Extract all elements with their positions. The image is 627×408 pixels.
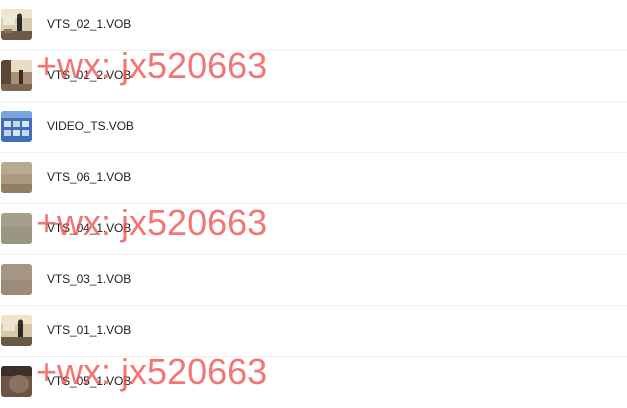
file-row[interactable]: VTS_04_1.VOB: [0, 204, 627, 255]
file-name: VTS_05_1.VOB: [47, 374, 132, 388]
video-thumbnail: [1, 366, 32, 397]
video-thumbnail: [1, 315, 32, 346]
file-row[interactable]: VTS_03_1.VOB: [0, 255, 627, 306]
file-name: VIDEO_TS.VOB: [47, 119, 134, 133]
file-name: VTS_04_1.VOB: [47, 221, 132, 235]
file-row[interactable]: VTS_02_1.VOB: [0, 0, 627, 51]
file-name: VTS_01_1.VOB: [47, 323, 132, 337]
video-thumbnail: [1, 111, 32, 142]
file-name: VTS_03_1.VOB: [47, 272, 132, 286]
file-list: VTS_02_1.VOB VTS_01_2.VOB VIDEO_TS.VOB V…: [0, 0, 627, 408]
file-name: VTS_01_2.VOB: [47, 68, 132, 82]
file-row[interactable]: VTS_01_1.VOB: [0, 306, 627, 357]
file-row[interactable]: VTS_05_1.VOB: [0, 357, 627, 408]
video-thumbnail: [1, 60, 32, 91]
file-name: VTS_06_1.VOB: [47, 170, 132, 184]
file-name: VTS_02_1.VOB: [47, 17, 132, 31]
video-thumbnail: [1, 162, 32, 193]
file-row[interactable]: VIDEO_TS.VOB: [0, 102, 627, 153]
video-thumbnail: [1, 9, 32, 40]
video-thumbnail: [1, 264, 32, 295]
file-row[interactable]: VTS_01_2.VOB: [0, 51, 627, 102]
video-thumbnail: [1, 213, 32, 244]
file-row[interactable]: VTS_06_1.VOB: [0, 153, 627, 204]
